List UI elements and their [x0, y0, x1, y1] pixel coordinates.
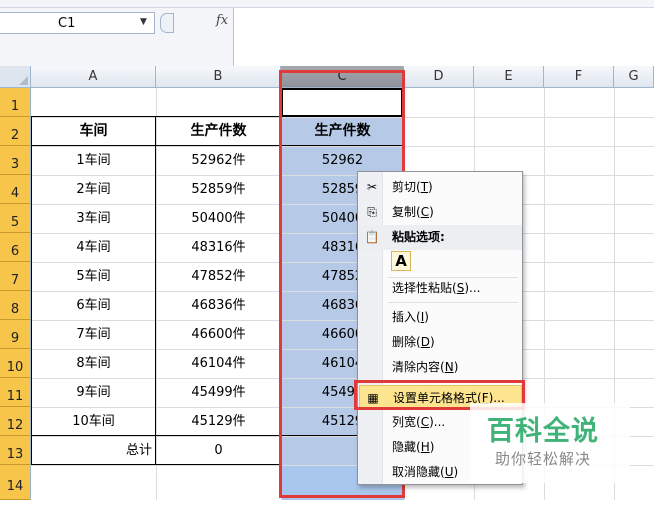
cell-b7[interactable]: 47852件 — [156, 262, 281, 291]
scissors-icon: ✂ — [366, 180, 378, 194]
cell-b6[interactable]: 48316件 — [156, 233, 281, 262]
cell-b12[interactable]: 45129件 — [156, 407, 281, 436]
insert-function-icon[interactable]: fx — [216, 13, 228, 28]
row-header-9[interactable]: 9 — [0, 320, 31, 349]
menu-item-unhide-label: 取消隐藏 — [392, 465, 441, 479]
menu-item-delete[interactable]: 删除(D) — [359, 330, 522, 355]
cell-a12[interactable]: 10车间 — [31, 407, 156, 436]
cell-a6[interactable]: 4车间 — [31, 233, 156, 262]
cell-b5[interactable]: 50400件 — [156, 204, 281, 233]
copy-icon: ⎘ — [367, 205, 377, 219]
cell-b11[interactable]: 45499件 — [156, 378, 281, 407]
menu-item-paste-special-label: 选择性粘贴 — [392, 281, 453, 295]
menu-item-column-width-key: C — [420, 415, 430, 429]
cell-c1-active[interactable] — [281, 88, 404, 117]
menu-separator — [388, 382, 518, 383]
cell-a8[interactable]: 6车间 — [31, 291, 156, 320]
select-all-triangle-icon — [19, 76, 28, 85]
menu-item-insert-key: I — [420, 310, 425, 324]
cell-a2[interactable]: 车间 — [31, 117, 156, 146]
name-box-area: C1 ▼ fx — [0, 8, 234, 66]
menu-item-clear-label: 清除内容 — [392, 360, 441, 374]
cell-a9[interactable]: 7车间 — [31, 320, 156, 349]
menu-item-paste-special[interactable]: 选择性粘贴(S)... — [359, 276, 522, 301]
menu-section-paste-options: 📋 粘贴选项: — [359, 225, 522, 250]
menu-item-clear-contents[interactable]: 清除内容(N) — [359, 355, 522, 380]
menu-item-column-width-label: 列宽 — [392, 415, 417, 429]
row-header-2[interactable]: 2 — [0, 117, 31, 146]
table-border — [404, 88, 405, 146]
cell-a11[interactable]: 9车间 — [31, 378, 156, 407]
formula-input[interactable] — [234, 8, 654, 66]
menu-item-cut-label: 剪切 — [392, 180, 417, 194]
column-header-b[interactable]: B — [156, 66, 281, 88]
row-header-7[interactable]: 7 — [0, 262, 31, 291]
menu-separator — [388, 302, 518, 303]
row-header-12[interactable]: 12 — [0, 407, 31, 436]
cell-a3[interactable]: 1车间 — [31, 146, 156, 175]
cell-b4[interactable]: 52859件 — [156, 175, 281, 204]
cell-a13[interactable]: 总计 — [31, 436, 156, 465]
name-box[interactable]: C1 ▼ — [0, 12, 155, 34]
menu-item-paste-special-key: S — [456, 281, 465, 295]
menu-item-copy-label: 复制 — [392, 205, 417, 219]
row-header-14[interactable]: 14 — [0, 465, 31, 500]
cell-a10[interactable]: 8车间 — [31, 349, 156, 378]
watermark-title: 百科全说 — [487, 416, 599, 447]
menu-item-insert[interactable]: 插入(I) — [359, 305, 522, 330]
menu-item-clear-key: N — [444, 360, 454, 374]
row-header-4[interactable]: 4 — [0, 175, 31, 204]
cell-b13[interactable]: 0 — [156, 436, 281, 465]
column-header-a[interactable]: A — [31, 66, 156, 88]
menu-item-cut-key: T — [420, 180, 429, 194]
column-header-d[interactable]: D — [404, 66, 474, 88]
menu-item-copy-key: C — [420, 205, 430, 219]
chevron-down-icon[interactable]: ▼ — [140, 17, 147, 27]
row-header-11[interactable]: 11 — [0, 378, 31, 407]
menu-item-column-width-suffix: ... — [433, 415, 446, 429]
cell-b8[interactable]: 46836件 — [156, 291, 281, 320]
column-header-c[interactable]: C — [281, 66, 404, 88]
menu-item-hide-key: H — [420, 440, 430, 454]
format-cells-icon: ▦ — [367, 391, 379, 405]
menu-item-format-cells-label: 设置单元格格式 — [393, 391, 478, 405]
row-header-3[interactable]: 3 — [0, 146, 31, 175]
paste-options-header: 粘贴选项: — [392, 230, 445, 244]
row-header-8[interactable]: 8 — [0, 291, 31, 320]
menu-item-unhide-key: U — [444, 465, 454, 479]
menu-item-copy[interactable]: ⎘ 复制(C) — [359, 200, 522, 225]
column-header-g[interactable]: G — [614, 66, 654, 88]
cell-b3[interactable]: 52962件 — [156, 146, 281, 175]
watermark: 百科全说 助你轻松解决 — [470, 403, 630, 483]
cell-b9[interactable]: 46600件 — [156, 320, 281, 349]
name-box-resize-handle[interactable] — [160, 13, 174, 33]
clipboard-icon: 📋 — [364, 230, 380, 244]
name-box-value: C1 — [58, 16, 76, 31]
cell-a4[interactable]: 2车间 — [31, 175, 156, 204]
row-header-5[interactable]: 5 — [0, 204, 31, 233]
row-header-1[interactable]: 1 — [0, 88, 31, 117]
row-header-6[interactable]: 6 — [0, 233, 31, 262]
ribbon-edge — [0, 0, 654, 8]
row-header-13[interactable]: 13 — [0, 436, 31, 465]
menu-item-delete-label: 删除 — [392, 335, 417, 349]
paste-button[interactable]: A — [391, 251, 411, 271]
menu-item-paste-special-suffix: ... — [469, 281, 481, 295]
watermark-subtitle: 助你轻松解决 — [495, 450, 592, 468]
menu-item-delete-key: D — [420, 335, 430, 349]
cell-c2[interactable]: 生产件数 — [281, 117, 404, 146]
menu-item-cut[interactable]: ✂ 剪切(T) — [359, 175, 522, 200]
select-all-button[interactable] — [0, 66, 31, 88]
column-header-e[interactable]: E — [474, 66, 544, 88]
cell-a7[interactable]: 5车间 — [31, 262, 156, 291]
menu-item-hide-label: 隐藏 — [392, 440, 417, 454]
cell-a5[interactable]: 3车间 — [31, 204, 156, 233]
column-header-f[interactable]: F — [544, 66, 614, 88]
cell-b2[interactable]: 生产件数 — [156, 117, 281, 146]
cell-b10[interactable]: 46104件 — [156, 349, 281, 378]
row-header-10[interactable]: 10 — [0, 349, 31, 378]
menu-item-insert-label: 插入 — [392, 310, 417, 324]
